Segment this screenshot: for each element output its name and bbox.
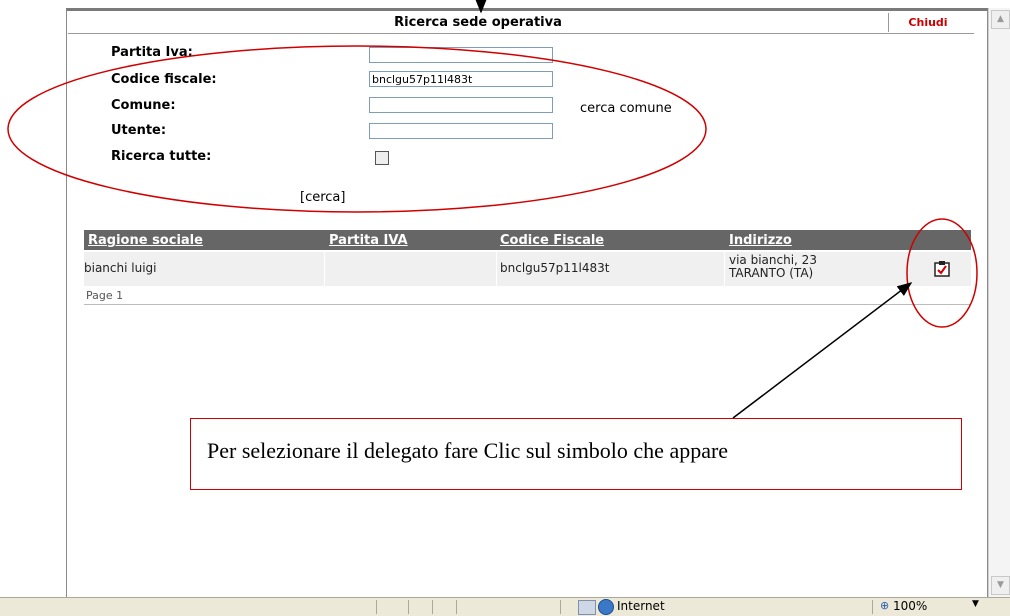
pointer-arrow [732,282,913,419]
icon-highlight-ellipse [906,218,978,328]
form-highlight-ellipse [7,45,707,213]
annotation-overlay [7,0,978,419]
